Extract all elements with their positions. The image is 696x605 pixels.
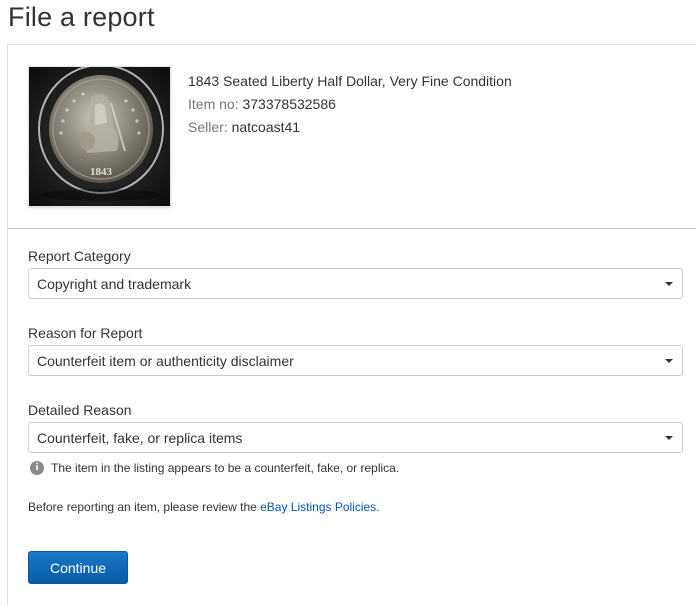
coin-year-text: 1843 (90, 166, 113, 178)
policy-note: Before reporting an item, please review … (28, 500, 380, 514)
detailed-reason-label: Detailed Reason (28, 402, 132, 418)
policy-prefix: Before reporting an item, please review … (28, 500, 261, 514)
policy-suffix: . (376, 500, 380, 514)
section-divider (8, 228, 696, 229)
coin-image: 1843 (29, 67, 170, 206)
report-category-label: Report Category (28, 248, 131, 264)
page-title: File a report (8, 2, 155, 32)
item-number-row: Item no: 373378532586 (188, 93, 512, 116)
seller-value: natcoast41 (231, 119, 301, 135)
item-thumbnail[interactable]: 1843 (28, 66, 171, 207)
report-category-value: Copyright and trademark (37, 276, 192, 292)
report-category-select[interactable]: Copyright and trademark (28, 268, 683, 299)
continue-button[interactable]: Continue (28, 551, 128, 584)
listing-policies-link[interactable]: eBay Listings Policies (260, 500, 376, 514)
seller-label: Seller: (188, 119, 228, 135)
reason-for-report-value: Counterfeit item or authenticity disclai… (37, 353, 294, 369)
chevron-down-icon (665, 282, 673, 286)
chevron-down-icon (665, 436, 673, 440)
info-text: The item in the listing appears to be a … (51, 461, 400, 475)
item-info: 1843 Seated Liberty Half Dollar, Very Fi… (188, 70, 512, 139)
reason-for-report-label: Reason for Report (28, 325, 143, 341)
item-number-label: Item no: (188, 96, 239, 112)
item-title: 1843 Seated Liberty Half Dollar, Very Fi… (188, 73, 512, 89)
info-icon: i (30, 461, 44, 475)
item-number-value: 373378532586 (242, 96, 336, 112)
detailed-reason-select[interactable]: Counterfeit, fake, or replica items (28, 422, 683, 453)
chevron-down-icon (665, 359, 673, 363)
detailed-reason-value: Counterfeit, fake, or replica items (37, 430, 243, 446)
seller-row: Seller: natcoast41 (188, 116, 512, 139)
reason-for-report-select[interactable]: Counterfeit item or authenticity disclai… (28, 345, 683, 376)
